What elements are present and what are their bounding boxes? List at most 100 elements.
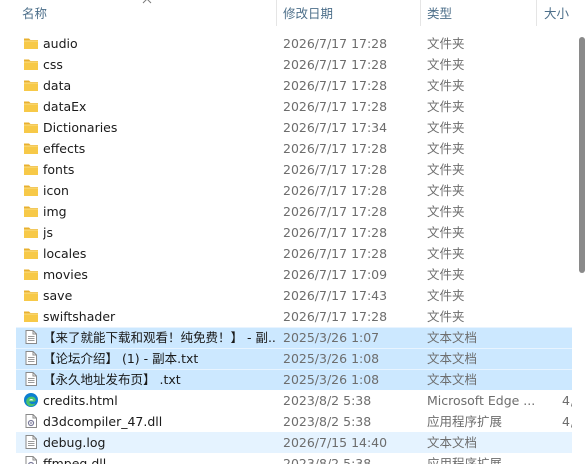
folder-icon [23,245,39,261]
file-name: 【论坛介绍】 (1) - 副本.txt [43,351,199,366]
file-modified-date: 2026/7/17 17:28 [283,309,388,324]
folder-icon [23,77,39,93]
file-name: effects [43,141,86,156]
file-name: ffmpeg.dll [43,456,107,464]
folder-icon [23,161,39,177]
file-row[interactable]: js 2026/7/17 17:28 文件夹 [0,222,572,243]
file-row[interactable]: movies 2026/7/17 17:09 文件夹 [0,264,572,285]
file-row[interactable]: icon 2026/7/17 17:28 文件夹 [0,180,572,201]
file-row[interactable]: locales 2026/7/17 17:28 文件夹 [0,243,572,264]
file-type: 文本文档 [427,435,478,450]
text-file-icon [23,371,39,387]
folder-icon [23,224,39,240]
file-type: 应用程序扩展 [427,414,503,429]
file-row[interactable]: 【论坛介绍】 (1) - 副本.txt 2025/3/26 1:08 文本文档 [0,348,572,369]
file-name: Dictionaries [43,120,118,135]
file-modified-date: 2026/7/17 17:28 [283,36,388,51]
file-row[interactable]: save 2026/7/17 17:43 文件夹 [0,285,572,306]
file-row[interactable]: img 2026/7/17 17:28 文件夹 [0,201,572,222]
file-name: debug.log [43,435,106,450]
file-modified-date: 2026/7/17 17:34 [283,120,388,135]
file-modified-date: 2023/8/2 5:38 [283,414,372,429]
file-row[interactable]: Dictionaries 2026/7/17 17:34 文件夹 [0,117,572,138]
file-row[interactable]: css 2026/7/17 17:28 文件夹 [0,54,572,75]
file-type: 文件夹 [427,162,465,177]
file-modified-date: 2025/3/26 1:08 [283,372,380,387]
file-type: 应用程序扩展 [427,456,503,464]
file-name: data [43,78,72,93]
file-modified-date: 2026/7/17 17:09 [283,267,388,282]
column-header-name[interactable]: 名称 [22,0,142,30]
file-modified-date: 2023/8/2 5:38 [283,393,372,408]
column-header-type[interactable]: 类型 [427,0,527,30]
sort-ascending-icon [142,0,152,4]
file-type: 文件夹 [427,267,465,282]
file-type: 文件夹 [427,78,465,93]
folder-icon [23,266,39,282]
file-name: 【来了就能下载和观看！纯免费！】 - 副... [43,330,275,345]
file-row[interactable]: ffmpeg.dll 2023/8/2 5:38 应用程序扩展 [0,453,572,464]
edge-icon [23,392,39,408]
file-row[interactable]: audio 2026/7/17 17:28 文件夹 [0,33,572,54]
scrollbar-thumb[interactable] [579,37,585,273]
file-type: 文件夹 [427,204,465,219]
file-name: css [43,57,63,72]
file-row[interactable]: swiftshader 2026/7/17 17:28 文件夹 [0,306,572,327]
dll-file-icon [23,455,39,464]
file-type: 文本文档 [427,330,478,345]
folder-icon [23,35,39,51]
file-type: 文件夹 [427,99,465,114]
column-header-date[interactable]: 修改日期 [283,0,413,30]
column-header-size[interactable]: 大小 [544,0,572,30]
file-row[interactable]: 【永久地址发布页】 .txt 2025/3/26 1:08 文本文档 [0,369,572,390]
dll-file-icon [23,413,39,429]
file-modified-date: 2026/7/17 17:28 [283,141,388,156]
file-list: audio 2026/7/17 17:28 文件夹 css 2026/7/17 17:2… [0,33,582,464]
folder-icon [23,287,39,303]
file-modified-date: 2025/3/26 1:07 [283,330,380,345]
file-row[interactable]: data 2026/7/17 17:28 文件夹 [0,75,572,96]
file-name: swiftshader [43,309,116,324]
file-name: 【永久地址发布页】 .txt [43,372,181,387]
column-divider[interactable] [536,0,537,26]
file-row[interactable]: effects 2026/7/17 17:28 文件夹 [0,138,572,159]
file-modified-date: 2026/7/17 17:28 [283,225,388,240]
file-row[interactable]: dataEx 2026/7/17 17:28 文件夹 [0,96,572,117]
file-type: 文件夹 [427,246,465,261]
file-row[interactable]: 【来了就能下载和观看！纯免费！】 - 副... 2025/3/26 1:07 文本文… [0,327,572,348]
file-modified-date: 2026/7/17 17:28 [283,162,388,177]
text-file-icon [23,350,39,366]
file-type: 文本文档 [427,351,478,366]
folder-icon [23,140,39,156]
folder-icon [23,119,39,135]
file-row[interactable]: debug.log 2026/7/15 14:40 文本文档 [0,432,572,453]
file-modified-date: 2026/7/15 14:40 [283,435,388,450]
file-type: 文件夹 [427,57,465,72]
file-name: credits.html [43,393,118,408]
file-name: icon [43,183,69,198]
column-header: 名称 修改日期 类型 大小 [0,0,586,30]
file-type: 文件夹 [427,225,465,240]
file-name: fonts [43,162,75,177]
file-name: save [43,288,73,303]
file-modified-date: 2026/7/17 17:28 [283,204,388,219]
file-row[interactable]: d3dcompiler_47.dll2023/8/2 5:38应用程序扩展4,5 [0,411,582,432]
file-row[interactable]: fonts 2026/7/17 17:28 文件夹 [0,159,572,180]
file-type: 文件夹 [427,183,465,198]
file-type: Microsoft Edge ... [427,393,535,408]
folder-icon [23,56,39,72]
file-modified-date: 2026/7/17 17:28 [283,99,388,114]
column-divider[interactable] [276,0,277,26]
file-row[interactable]: credits.html 2023/8/2 5:38 Microsoft Edge … [0,390,582,411]
file-type: 文件夹 [427,288,465,303]
file-name: img [43,204,67,219]
file-name: js [43,225,53,240]
folder-icon [23,182,39,198]
text-file-icon [23,329,39,345]
file-name: dataEx [43,99,87,114]
folder-icon [23,203,39,219]
file-modified-date: 2026/7/17 17:28 [283,246,388,261]
file-type: 文件夹 [427,309,465,324]
column-divider[interactable] [420,0,421,26]
file-name: d3dcompiler_47.dll [43,414,163,429]
